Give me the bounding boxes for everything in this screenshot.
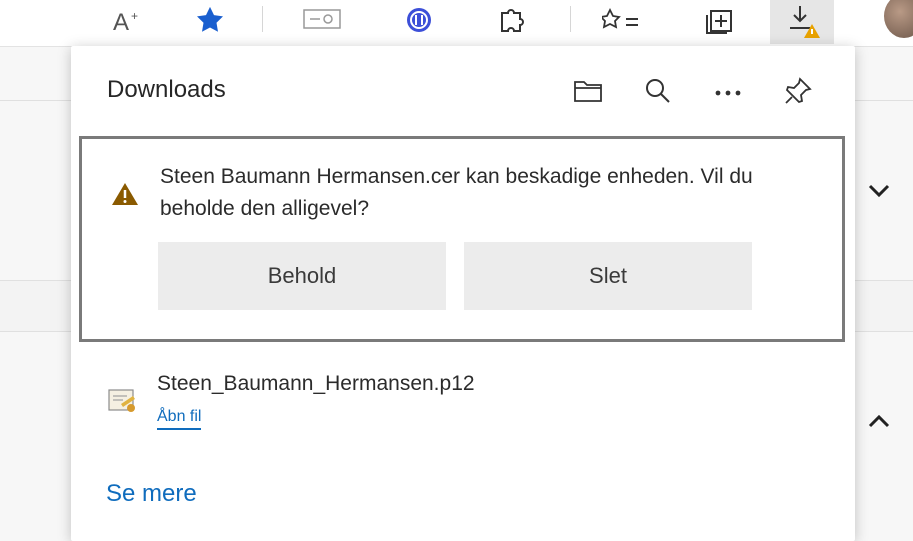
keep-button[interactable]: Behold	[158, 242, 446, 310]
puzzle-icon[interactable]	[494, 0, 530, 40]
svg-text:A: A	[113, 9, 129, 34]
text-size-icon[interactable]: A +	[108, 0, 148, 40]
certificate-file-icon	[105, 386, 139, 421]
pin-flyout-button[interactable]	[781, 76, 815, 110]
open-file-link[interactable]: Åbn fil	[157, 408, 202, 430]
see-more-link[interactable]: Se mere	[106, 480, 197, 508]
chevron-up-icon[interactable]	[864, 406, 894, 436]
toolbar-separator	[262, 6, 263, 32]
browser-toolbar: A +	[0, 0, 913, 47]
pin-icon	[783, 76, 813, 111]
warning-triangle-icon	[110, 181, 140, 212]
file-name: Steen_Baumann_Hermansen.p12	[157, 372, 475, 395]
favorite-star-icon[interactable]	[190, 0, 230, 40]
chevron-down-icon[interactable]	[864, 176, 894, 206]
download-warning-item: Steen Baumann Hermansen.cer kan beskadig…	[79, 136, 845, 342]
avatar[interactable]	[884, 0, 913, 38]
warning-message: Steen Baumann Hermansen.cer kan beskadig…	[160, 165, 753, 220]
collections-icon[interactable]	[700, 0, 740, 40]
delete-button[interactable]: Slet	[464, 242, 752, 310]
search-downloads-button[interactable]	[641, 76, 675, 110]
extension-icon[interactable]	[402, 0, 436, 40]
reading-view-icon[interactable]	[300, 0, 344, 40]
more-dots-icon	[714, 84, 742, 102]
svg-text:+: +	[131, 9, 138, 23]
search-icon	[644, 77, 672, 110]
downloads-toolbar-button[interactable]	[770, 0, 834, 44]
downloads-flyout: Downloads Steen Baumann Hermansen.cer ka…	[71, 46, 855, 541]
toolbar-separator	[570, 6, 571, 32]
downloads-title: Downloads	[107, 76, 226, 103]
favorites-list-icon[interactable]	[600, 0, 644, 40]
download-list-item[interactable]: Steen_Baumann_Hermansen.p12 Åbn fil	[71, 364, 855, 444]
downloads-warning-icon	[784, 2, 824, 47]
more-options-button[interactable]	[711, 76, 745, 110]
open-folder-button[interactable]	[571, 76, 605, 110]
folder-icon	[573, 78, 603, 109]
